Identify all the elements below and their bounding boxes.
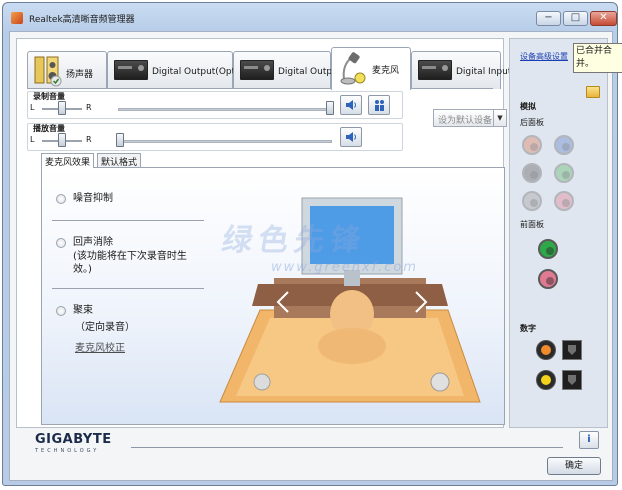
echo-note-line1: (该功能将在下次录音时生 [73, 251, 187, 262]
digital-coaxial-jack[interactable] [536, 340, 556, 360]
digital-coaxial-jack-2[interactable] [536, 370, 556, 390]
front-panel-label: 前面板 [520, 220, 544, 229]
playback-volume-group: 播放音量 L R [27, 123, 403, 151]
back-panel-jack[interactable] [554, 163, 574, 183]
main-panel: 扬声器 Digital Output(Optical) Digital Outp… [16, 38, 511, 428]
tab-digital-input[interactable]: Digital Input [411, 51, 511, 89]
mic-calibration-link[interactable]: 麦克风校正 [75, 339, 125, 354]
echo-cancellation-label: 回声消除 [73, 237, 113, 248]
tab-divider [27, 88, 493, 89]
tab-speaker-label: 扬声器 [66, 70, 94, 80]
record-left-label: L [30, 103, 35, 112]
option-separator [52, 288, 204, 289]
set-default-device-dropdown[interactable]: 设为默认设备 ▼ [433, 109, 507, 127]
back-panel-jack[interactable] [522, 163, 542, 183]
client-area: 扬声器 Digital Output(Optical) Digital Outp… [9, 31, 613, 481]
back-panel-jack[interactable] [522, 135, 542, 155]
beamforming-radio[interactable] [56, 306, 66, 316]
minimize-button[interactable]: − [536, 11, 561, 26]
playback-left-label: L [30, 135, 35, 144]
tab-digital-input-label: Digital Input [456, 67, 512, 77]
ok-button[interactable]: 确定 [547, 457, 601, 475]
record-mute-button[interactable] [340, 95, 362, 115]
info-icon[interactable]: i [579, 431, 599, 449]
close-button[interactable]: ✕ [590, 11, 617, 26]
window-title: Realtek高清晰音频管理器 [29, 15, 135, 25]
tab-mic-effects[interactable]: 麦克风效果 [41, 153, 95, 168]
playback-balance-slider[interactable] [58, 133, 66, 147]
playback-volume-track [118, 140, 332, 143]
chevron-down-icon: ▼ [493, 110, 506, 126]
tab-default-format[interactable]: 默认格式 [97, 153, 142, 168]
echo-note-line2: 效。) [73, 264, 92, 275]
watermark-text: 绿色先锋 [219, 223, 370, 258]
speaker-icon [34, 56, 62, 87]
digital-optical-jack[interactable] [562, 340, 582, 360]
beamforming-note: （定向录音） [75, 322, 135, 333]
record-volume-track [118, 108, 332, 111]
maximize-button[interactable]: □ [563, 11, 588, 26]
record-settings-button[interactable] [368, 95, 390, 115]
beamforming-label: 聚束 [73, 305, 93, 316]
logo-sub: TECHNOLOGY [35, 448, 100, 454]
playback-volume-slider[interactable] [116, 133, 124, 147]
watermark-url: www.greenxf.com [271, 260, 418, 275]
back-panel-jack[interactable] [554, 135, 574, 155]
title-bar[interactable]: Realtek高清晰音频管理器 − □ ✕ [3, 3, 617, 31]
record-volume-group: 录制音量 L R [27, 91, 403, 119]
mic-effects-panel: 噪音抑制 回声消除 (该功能将在下次录音时生 效。) 聚束 （定向录音） 麦克风… [41, 167, 505, 425]
microphone-icon [340, 52, 366, 85]
playback-right-label: R [86, 135, 92, 144]
logo-main: GIGABYTE [35, 432, 112, 447]
digital-device-icon [114, 60, 148, 80]
analog-label: 模拟 [520, 102, 536, 111]
set-default-device-label: 设为默认设备 [438, 116, 493, 126]
volume-area: 录制音量 L R 播放音量 L R [27, 91, 403, 151]
app-window: Realtek高清晰音频管理器 − □ ✕ 扬声器 Digital Output… [2, 2, 622, 486]
folder-icon[interactable] [586, 86, 600, 98]
tab-speaker[interactable]: 扬声器 [27, 51, 107, 89]
noise-suppression-label: 噪音抑制 [73, 193, 113, 204]
playback-mute-button[interactable] [340, 127, 362, 147]
noise-suppression-radio[interactable] [56, 194, 66, 204]
advanced-device-settings-link[interactable]: 设备高级设置 [520, 51, 568, 62]
tab-digital-output-optical[interactable]: Digital Output(Optical) [107, 51, 254, 89]
speaker-volume-icon [346, 100, 356, 110]
echo-note: (该功能将在下次录音时生 效。) [73, 250, 187, 276]
tab-microphone-label: 麦克风 [372, 66, 400, 76]
speaker-volume-icon [346, 132, 356, 142]
front-panel-jack[interactable] [538, 269, 558, 289]
digital-device-icon [418, 60, 452, 80]
back-panel-jack[interactable] [554, 191, 574, 211]
record-right-label: R [86, 103, 92, 112]
tooltip: 已合并合并。 [573, 43, 622, 73]
gigabyte-logo: GIGABYTE TECHNOLOGY [35, 432, 112, 454]
front-panel-jack[interactable] [538, 239, 558, 259]
realtek-app-icon [11, 12, 23, 24]
record-balance-slider[interactable] [58, 101, 66, 115]
back-panel-jack[interactable] [522, 191, 542, 211]
digital-device-icon [240, 60, 274, 80]
digital-label: 数字 [520, 324, 536, 333]
tab-microphone[interactable]: 麦克风 [331, 47, 411, 90]
echo-cancellation-radio[interactable] [56, 238, 66, 248]
tab-digital-output[interactable]: Digital Output [233, 51, 341, 89]
record-volume-slider[interactable] [326, 101, 334, 115]
digital-optical-jack-2[interactable] [562, 370, 582, 390]
option-separator [52, 220, 204, 221]
people-icon [375, 100, 384, 111]
back-panel-label: 后面板 [520, 118, 544, 127]
footer-divider [131, 447, 563, 448]
